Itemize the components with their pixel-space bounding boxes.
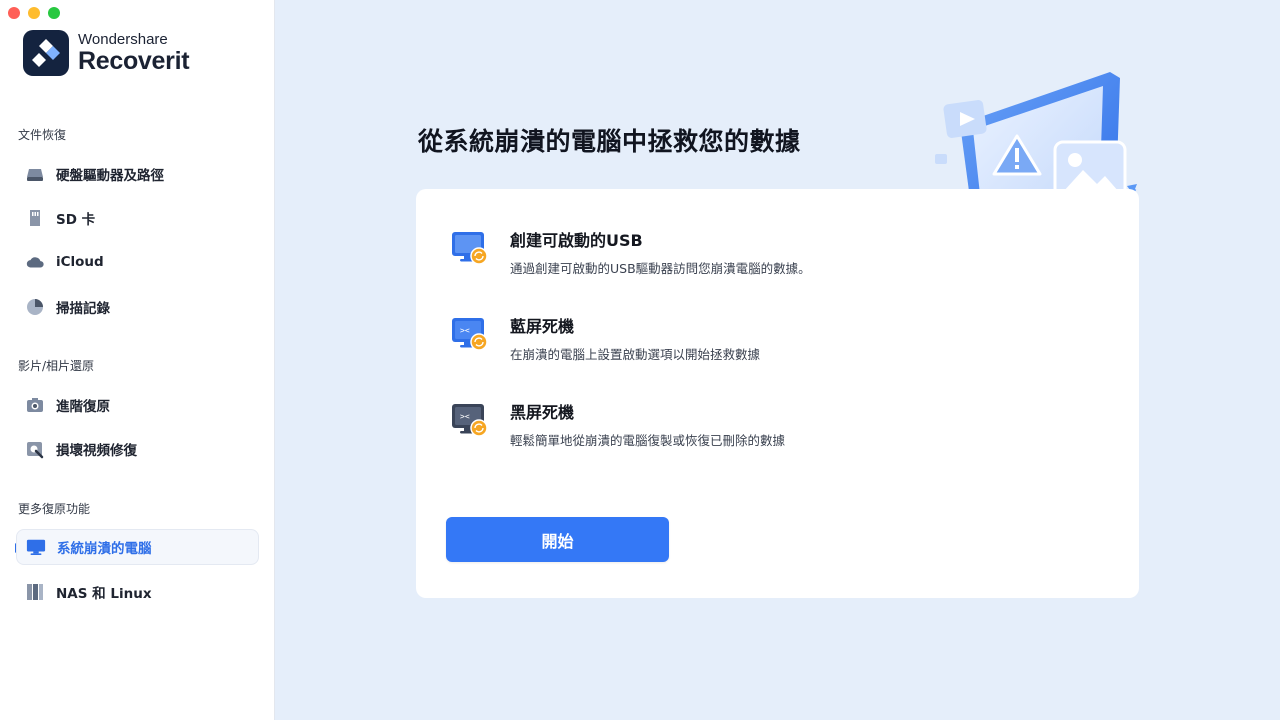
brand: Wondershare Recoverit bbox=[23, 30, 190, 76]
sidebar-item-icloud[interactable]: iCloud bbox=[16, 244, 259, 280]
sidebar-item-label: 系統崩潰的電腦 bbox=[57, 541, 152, 557]
option-description: 輕鬆簡單地從崩潰的電腦復製或恢復已刪除的數據 bbox=[510, 433, 786, 448]
monitor-icon bbox=[26, 537, 46, 557]
sidebar-item-scan-history[interactable]: 掃描記錄 bbox=[16, 289, 259, 325]
sidebar-item-label: 進階復原 bbox=[56, 399, 110, 415]
brand-product: Recoverit bbox=[78, 47, 190, 75]
window-controls bbox=[8, 7, 60, 19]
sidebar-item-video-repair[interactable]: 損壞視頻修復 bbox=[16, 431, 259, 467]
option-title: 藍屏死機 bbox=[510, 317, 575, 336]
svg-text:><: >< bbox=[460, 326, 470, 335]
option-blue-screen[interactable]: >< 藍屏死機 在崩潰的電腦上設置啟動選項以開始拯救數據 bbox=[450, 313, 760, 363]
sidebar-item-hard-drive[interactable]: 硬盤驅動器及路徑 bbox=[16, 156, 259, 192]
sidebar-item-advanced-recovery[interactable]: 進階復原 bbox=[16, 387, 259, 423]
sd-card-icon bbox=[25, 208, 45, 228]
sidebar-item-label: iCloud bbox=[56, 254, 104, 270]
page-title: 從系統崩潰的電腦中拯救您的數據 bbox=[418, 127, 801, 156]
close-window-button[interactable] bbox=[8, 7, 20, 19]
pie-chart-icon bbox=[25, 297, 45, 317]
video-repair-icon bbox=[25, 439, 45, 459]
option-create-bootable-usb[interactable]: 創建可啟動的USB 通過創建可啟動的USB驅動器訪問您崩潰電腦的數據。 bbox=[450, 227, 811, 277]
minimize-window-button[interactable] bbox=[28, 7, 40, 19]
nas-icon bbox=[25, 582, 45, 602]
camera-icon bbox=[25, 395, 45, 415]
zoom-window-button[interactable] bbox=[48, 7, 60, 19]
option-title: 創建可啟動的USB bbox=[510, 231, 643, 250]
black-screen-icon: >< bbox=[450, 399, 490, 439]
brand-company: Wondershare bbox=[78, 31, 168, 48]
sidebar-item-nas-linux[interactable]: NAS 和 Linux bbox=[16, 574, 259, 610]
svg-text:><: >< bbox=[460, 412, 470, 421]
sidebar-item-label: NAS 和 Linux bbox=[56, 586, 152, 602]
sidebar-item-label: SD 卡 bbox=[56, 212, 96, 228]
sidebar-item-sd-card[interactable]: SD 卡 bbox=[16, 200, 259, 236]
icloud-icon bbox=[25, 252, 45, 272]
start-button[interactable]: 開始 bbox=[446, 517, 669, 562]
option-title: 黑屏死機 bbox=[510, 403, 575, 422]
hard-drive-icon bbox=[25, 164, 45, 184]
option-description: 通過創建可啟動的USB驅動器訪問您崩潰電腦的數據。 bbox=[510, 261, 811, 276]
option-description: 在崩潰的電腦上設置啟動選項以開始拯救數據 bbox=[510, 347, 761, 362]
recoverit-logo-icon bbox=[23, 30, 69, 76]
section-title-media-recovery: 影片/相片還原 bbox=[18, 359, 95, 373]
option-black-screen[interactable]: >< 黑屏死機 輕鬆簡單地從崩潰的電腦復製或恢復已刪除的數據 bbox=[450, 399, 785, 449]
section-title-file-recovery: 文件恢復 bbox=[18, 128, 67, 142]
blue-screen-icon: >< bbox=[450, 313, 490, 353]
recovery-options-card: 創建可啟動的USB 通過創建可啟動的USB驅動器訪問您崩潰電腦的數據。 >< 藍… bbox=[416, 189, 1139, 598]
sidebar: Wondershare Recoverit 文件恢復 硬盤驅動器及路徑 SD 卡… bbox=[0, 0, 275, 720]
sidebar-item-label: 掃描記錄 bbox=[56, 301, 110, 317]
usb-monitor-icon bbox=[450, 227, 490, 267]
sidebar-item-label: 損壞視頻修復 bbox=[56, 443, 137, 459]
sidebar-item-label: 硬盤驅動器及路徑 bbox=[56, 168, 164, 184]
sidebar-item-crashed-computer[interactable]: 系統崩潰的電腦 bbox=[16, 529, 259, 565]
section-title-more-features: 更多復原功能 bbox=[18, 502, 91, 516]
